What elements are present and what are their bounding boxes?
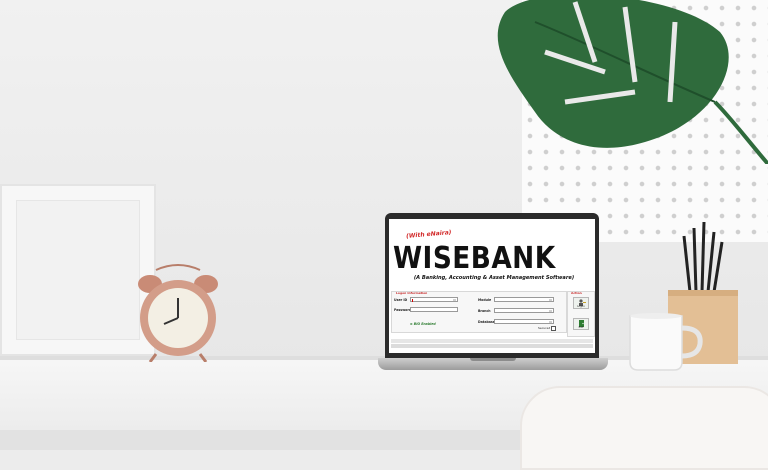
app-window: (With eNaira) WISEBANK (A Banking, Accou… <box>389 219 595 353</box>
module-label: Module <box>478 298 492 302</box>
password-field[interactable] <box>410 307 458 312</box>
bio-enabled-indicator: ⊗ BIO Enabled <box>410 322 436 326</box>
alarm-clock <box>138 264 218 362</box>
text-caret <box>412 299 413 302</box>
status-bar <box>391 339 593 343</box>
app-subtitle: (A Banking, Accounting & Asset Managemen… <box>413 275 575 281</box>
picture-frame <box>0 184 156 356</box>
logon-button-label: Logon <box>577 304 585 308</box>
branch-select[interactable] <box>494 308 554 313</box>
frame-inner <box>16 200 140 340</box>
secured-checkbox[interactable] <box>551 326 556 331</box>
with-enaira-tag: (With eNaira) <box>405 229 452 240</box>
database-select[interactable] <box>494 319 554 324</box>
password-label: Password <box>394 308 412 312</box>
module-select[interactable] <box>494 297 554 302</box>
branch-label: Branch <box>478 309 491 313</box>
user-id-label: User ID <box>394 298 408 302</box>
taskbar <box>391 344 593 348</box>
chair-back <box>520 386 768 470</box>
database-label: Database <box>478 320 495 324</box>
action-panel: Action Logon Exit <box>567 291 595 337</box>
laptop-notch <box>470 358 516 361</box>
secured-label: Secured <box>538 326 551 330</box>
bio-enabled-label: BIO Enabled <box>413 322 436 326</box>
user-id-field[interactable] <box>410 297 458 302</box>
coffee-cup <box>629 313 703 371</box>
logon-button[interactable]: Logon <box>573 297 589 309</box>
app-title: WISEBANK <box>393 241 556 276</box>
logon-panel: Logon Information User ID Password ⊗ BIO… <box>391 291 567 333</box>
exit-button[interactable]: Exit <box>573 318 589 330</box>
monstera-leaf <box>497 0 768 164</box>
exit-button-label: Exit <box>578 325 584 329</box>
action-panel-title: Action <box>571 291 582 295</box>
logon-panel-title: Logon Information <box>396 291 428 295</box>
